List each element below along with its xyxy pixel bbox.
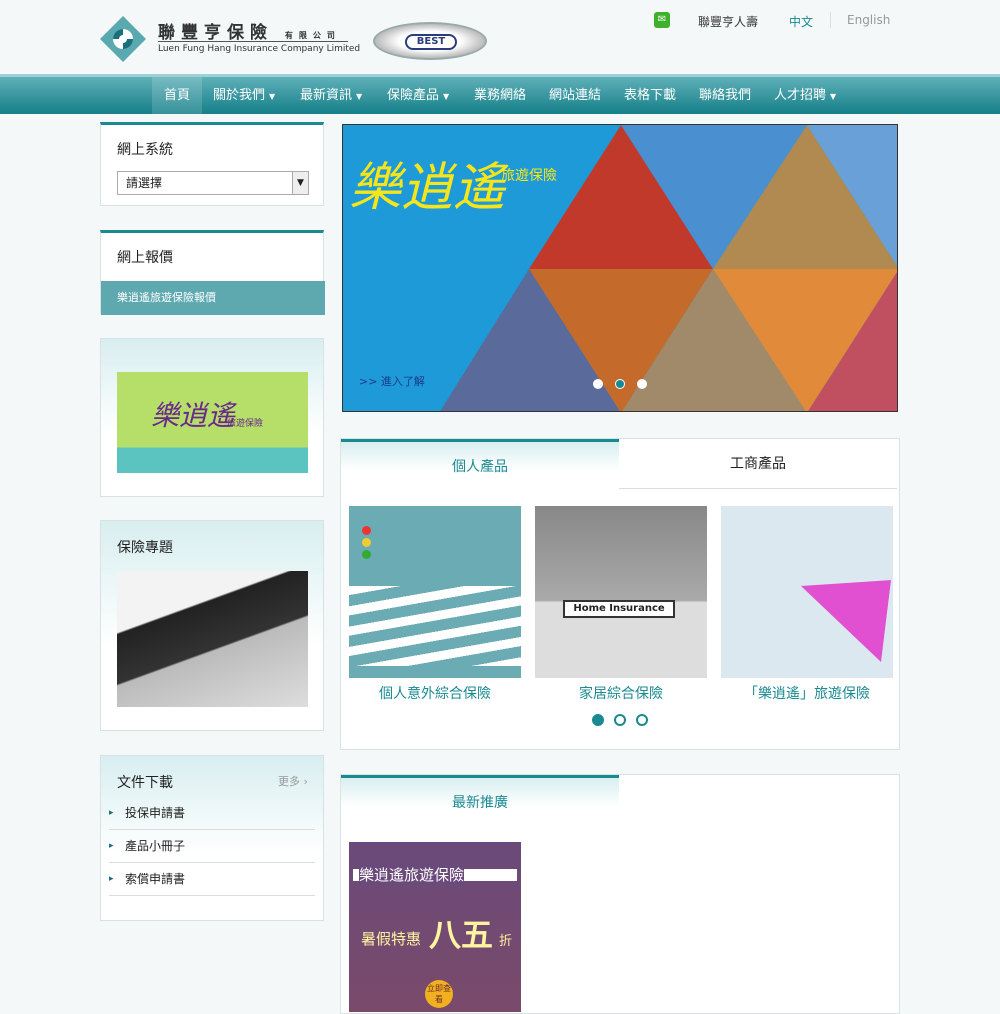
company-name-en: Luen Fung Hang Insurance Company Limited xyxy=(158,44,361,54)
main-nav: 首頁 關於我們 ▼ 最新資訊 ▼ 保險產品 ▼ 業務網絡 網站連結 表格下載 聯絡我們… xyxy=(0,74,1000,114)
insurance-topics-panel: 保險專題 xyxy=(100,520,324,731)
nav-products[interactable]: 保險產品 ▼ xyxy=(387,77,449,114)
online-system-select[interactable]: 請選擇 ▼ xyxy=(117,171,309,195)
nav-forms[interactable]: 表格下載 xyxy=(624,77,676,114)
online-system-panel: 網上系統 請選擇 ▼ xyxy=(100,122,324,206)
download-item[interactable]: 產品小冊子 xyxy=(109,830,315,863)
travel-quote-link[interactable]: 樂逍遙旅遊保險報價 xyxy=(101,281,325,315)
promotions-title: 最新推廣 xyxy=(341,775,619,825)
header: 聯豐亨保險 有限公司 Luen Fung Hang Insurance Comp… xyxy=(0,0,1000,74)
nav-links[interactable]: 網站連結 xyxy=(549,77,601,114)
online-system-title: 網上系統 xyxy=(117,142,173,158)
product-label[interactable]: 個人意外綜合保險 xyxy=(349,683,521,703)
hero-script-text: 樂逍遙 xyxy=(349,158,506,218)
products-panel: 個人產品 工商產品 個人意外綜合保險 Home Insurance 家居綜合保險… xyxy=(340,438,900,750)
hero-subtitle: 旅遊保險 xyxy=(501,168,557,184)
product-label[interactable]: 家居綜合保險 xyxy=(535,683,707,703)
online-quote-title: 網上報價 xyxy=(117,250,173,266)
travel-banner-image[interactable]: 樂逍遙 旅遊保險 xyxy=(117,372,308,473)
company-logo-icon[interactable] xyxy=(100,16,146,62)
hero-carousel[interactable]: 樂逍遙 旅遊保險 >> 進入了解 xyxy=(342,124,898,412)
nav-contact[interactable]: 聯絡我們 xyxy=(699,77,751,114)
promo-banner-panel: 樂逍遙 旅遊保險 xyxy=(100,338,324,497)
pagination-dot[interactable] xyxy=(614,714,626,726)
download-item[interactable]: 投保申請書 xyxy=(109,797,315,830)
wechat-icon[interactable]: ✉ xyxy=(654,12,670,28)
nav-news[interactable]: 最新資訊 ▼ xyxy=(300,77,362,114)
promo-banner[interactable]: 樂逍遙旅遊保險 暑假特惠 八五 折 立即查看 xyxy=(349,842,521,1012)
pagination-dot[interactable] xyxy=(636,714,648,726)
nav-about[interactable]: 關於我們 ▼ xyxy=(213,77,275,114)
nav-careers[interactable]: 人才招聘 ▼ xyxy=(774,77,836,114)
lang-divider xyxy=(830,12,831,28)
logo-divider xyxy=(158,41,348,42)
tab-personal-products[interactable]: 個人產品 xyxy=(341,439,619,489)
more-link[interactable]: 更多 › xyxy=(278,773,308,789)
downloads-title: 文件下載 xyxy=(117,775,173,791)
carousel-dot[interactable] xyxy=(593,379,603,389)
chevron-down-icon: ▼ xyxy=(292,172,308,194)
downloads-panel: 文件下載 更多 › 投保申請書 產品小冊子 索償申請書 xyxy=(100,755,324,921)
life-insurance-link[interactable]: 聯豐亨人壽 xyxy=(698,13,758,30)
am-best-rating-badge: BEST xyxy=(373,22,487,60)
lang-english-link[interactable]: English xyxy=(847,13,890,27)
online-quote-panel: 網上報價 樂逍遙旅遊保險報價 xyxy=(100,230,325,315)
business-meeting-image[interactable] xyxy=(117,571,308,707)
travel-insurance-image[interactable] xyxy=(721,506,893,678)
carousel-dot[interactable] xyxy=(637,379,647,389)
company-name-cn: 聯豐亨保險 有限公司 xyxy=(158,23,341,43)
product-label[interactable]: 「樂逍遙」旅遊保險 xyxy=(721,683,893,703)
latest-promotions-panel: 最新推廣 樂逍遙旅遊保險 暑假特惠 八五 折 立即查看 xyxy=(340,774,900,1014)
pagination-dot[interactable] xyxy=(592,714,604,726)
hero-learn-more-link[interactable]: >> 進入了解 xyxy=(359,373,425,389)
topics-title: 保險專題 xyxy=(117,540,173,556)
lang-chinese-link[interactable]: 中文 xyxy=(789,13,813,30)
carousel-dot[interactable] xyxy=(615,379,625,389)
tab-business-products[interactable]: 工商產品 xyxy=(619,439,897,489)
personal-accident-image[interactable] xyxy=(349,506,521,678)
download-item[interactable]: 索償申請書 xyxy=(109,863,315,896)
home-insurance-image[interactable]: Home Insurance xyxy=(535,506,707,678)
nav-network[interactable]: 業務網絡 xyxy=(474,77,526,114)
nav-home[interactable]: 首頁 xyxy=(152,77,203,114)
